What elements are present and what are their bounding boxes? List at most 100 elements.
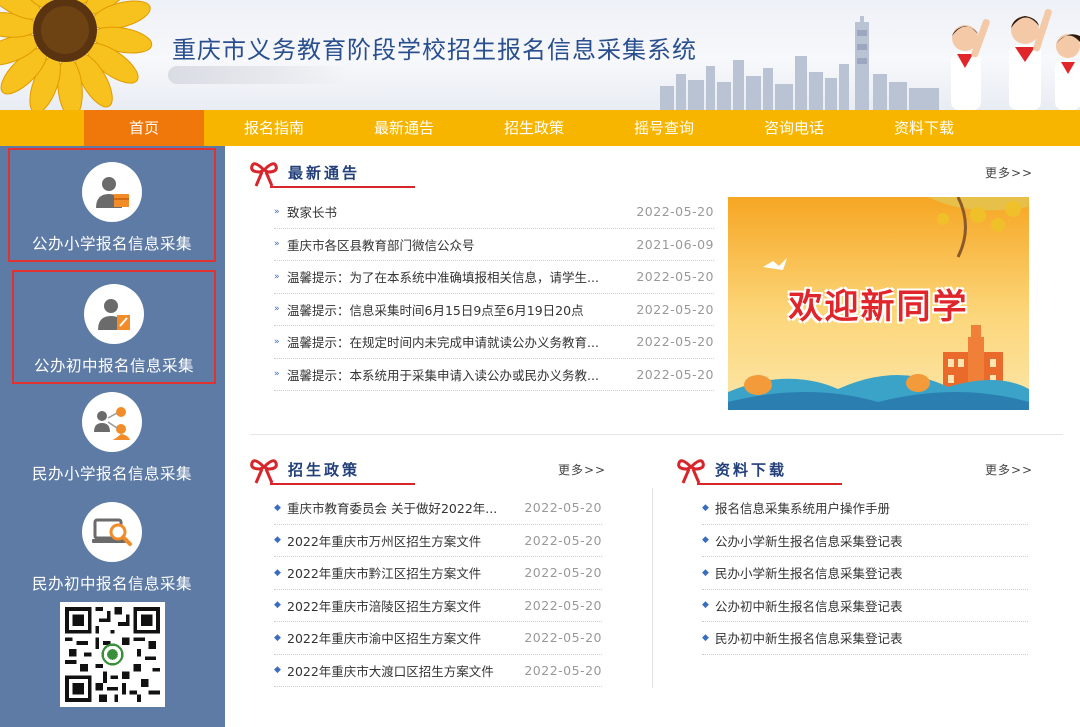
item-title: 2022年重庆市大渡口区招生方案文件 xyxy=(287,663,494,679)
arrow-bullet-icon: » xyxy=(274,336,280,347)
city-skyline xyxy=(660,16,939,110)
sunflower-logo xyxy=(0,0,153,110)
arrow-bullet-icon: » xyxy=(274,304,280,315)
notices-more-link[interactable]: 更多>> xyxy=(985,164,1033,181)
item-title: 温馨提示：为了在本系统中准确填报相关信息，请学生... xyxy=(287,270,599,286)
list-item[interactable]: ◆ 民办小学新生报名信息采集登记表 xyxy=(702,557,1028,590)
diamond-bullet-icon: ◆ xyxy=(274,600,281,611)
ribbon-icon xyxy=(250,162,278,187)
diamond-bullet-icon: ◆ xyxy=(702,600,709,611)
downloads-header: 资料下载 xyxy=(677,449,977,485)
page: 重庆市义务教育阶段学校招生报名信息采集系统 首页 报名指南 最新通告 招生政策 … xyxy=(0,0,1080,727)
list-item[interactable]: ◆ 2022年重庆市渝中区招生方案文件 2022-05-20 xyxy=(274,622,602,655)
sidebar-item-private-middle[interactable]: 民办初中报名信息采集 xyxy=(8,490,216,604)
item-title: 温馨提示：信息采集时间6月15日9点至6月19日20点 xyxy=(287,302,584,318)
item-date: 2022-05-20 xyxy=(524,597,602,613)
diamond-bullet-icon: ◆ xyxy=(702,535,709,546)
downloads-more-link[interactable]: 更多>> xyxy=(985,461,1033,478)
list-item[interactable]: » 重庆市各区县教育部门微信公众号 2021-06-09 xyxy=(274,229,714,261)
notices-header: 最新通告 xyxy=(250,152,550,188)
item-date: 2022-05-20 xyxy=(524,500,602,516)
arrow-bullet-icon: » xyxy=(274,206,280,217)
sidebar: 公办小学报名信息采集 公办初中报名信息采集 民办小学报名信息采集 民办初中报名信… xyxy=(0,146,225,727)
list-item[interactable]: ◆ 报名信息采集系统用户操作手册 xyxy=(702,492,1028,525)
banner-text: 欢迎新同学 xyxy=(788,287,969,327)
wechat-qr-code xyxy=(60,602,165,707)
item-title: 2022年重庆市万州区招生方案文件 xyxy=(287,533,482,549)
list-item[interactable]: ◆ 2022年重庆市涪陵区招生方案文件 2022-05-20 xyxy=(274,590,602,622)
nav-item-lottery[interactable]: 摇号查询 xyxy=(604,110,724,146)
list-item[interactable]: ◆ 公办小学新生报名信息采集登记表 xyxy=(702,525,1028,557)
item-title: 公办小学新生报名信息采集登记表 xyxy=(715,533,903,549)
item-date: 2022-05-20 xyxy=(636,366,714,382)
diamond-bullet-icon: ◆ xyxy=(274,665,281,676)
diamond-bullet-icon: ◆ xyxy=(702,567,709,578)
students-illustration xyxy=(951,8,1080,110)
sidebar-item-public-primary[interactable]: 公办小学报名信息采集 xyxy=(8,148,216,262)
ribbon-icon xyxy=(250,459,278,484)
policy-title: 招生政策 xyxy=(288,461,361,479)
diamond-bullet-icon: ◆ xyxy=(274,502,281,513)
nav-item-hotline[interactable]: 咨询电话 xyxy=(734,110,854,146)
list-item[interactable]: ◆ 2022年重庆市大渡口区招生方案文件 2022-05-20 xyxy=(274,655,602,687)
list-item[interactable]: » 温馨提示：信息采集时间6月15日9点至6月19日20点 2022-05-20 xyxy=(274,294,714,326)
side-icon-wrap xyxy=(82,162,142,222)
nav-item-downloads[interactable]: 资料下载 xyxy=(864,110,984,146)
item-title: 民办小学新生报名信息采集登记表 xyxy=(715,566,903,582)
diamond-bullet-icon: ◆ xyxy=(702,502,709,513)
diamond-bullet-icon: ◆ xyxy=(274,535,281,546)
policy-list: ◆ 重庆市教育委员会 关于做好2022年... 2022-05-20 ◆ 2022年重… xyxy=(274,492,602,687)
item-title: 民办初中新生报名信息采集登记表 xyxy=(715,631,903,647)
item-title: 温馨提示：本系统用于采集申请入读公办或民办义务教... xyxy=(287,367,599,383)
item-date: 2021-06-09 xyxy=(636,236,714,252)
item-date: 2022-05-20 xyxy=(636,269,714,285)
list-item[interactable]: » 温馨提示：为了在本系统中准确填报相关信息，请学生... 2022-05-20 xyxy=(274,261,714,294)
item-title: 2022年重庆市涪陵区招生方案文件 xyxy=(287,598,482,614)
user-box-icon xyxy=(96,177,129,208)
sidebar-item-public-middle[interactable]: 公办初中报名信息采集 xyxy=(12,270,216,384)
policy-more-link[interactable]: 更多>> xyxy=(558,461,606,478)
notices-title: 最新通告 xyxy=(288,164,361,182)
laptop-search-icon xyxy=(92,518,132,546)
header: 重庆市义务教育阶段学校招生报名信息采集系统 xyxy=(0,0,1080,110)
nav-item-guide[interactable]: 报名指南 xyxy=(214,110,334,146)
sidebar-item-private-primary[interactable]: 民办小学报名信息采集 xyxy=(8,380,216,494)
ribbon-icon xyxy=(677,459,705,484)
notices-list: » 致家长书 2022-05-20 » 重庆市各区县教育部门微信公众号 2021-06-… xyxy=(274,196,714,391)
diamond-bullet-icon: ◆ xyxy=(274,567,281,578)
list-item[interactable]: ◆ 民办初中新生报名信息采集登记表 xyxy=(702,622,1028,655)
nav-item-home[interactable]: 首页 xyxy=(84,110,204,146)
welcome-banner[interactable]: 欢迎新同学 xyxy=(728,197,1029,410)
list-item[interactable]: » 致家长书 2022-05-20 xyxy=(274,196,714,229)
sidebar-item-label: 公办小学报名信息采集 xyxy=(31,235,192,253)
side-icon-wrap xyxy=(84,284,144,344)
main-nav: 首页 报名指南 最新通告 招生政策 摇号查询 咨询电话 资料下载 xyxy=(0,110,1080,146)
title-underline xyxy=(697,483,842,485)
item-date: 2022-05-20 xyxy=(524,630,602,646)
item-date: 2022-05-20 xyxy=(636,204,714,220)
list-item[interactable]: » 温馨提示：本系统用于采集申请入读公办或民办义务教... 2022-05-20 xyxy=(274,359,714,391)
item-date: 2022-05-20 xyxy=(636,334,714,350)
list-item[interactable]: ◆ 公办初中新生报名信息采集登记表 xyxy=(702,590,1028,622)
side-icon-wrap xyxy=(82,502,142,562)
title-underline xyxy=(270,186,415,188)
item-title: 2022年重庆市渝中区招生方案文件 xyxy=(287,631,482,647)
title-underline xyxy=(270,483,415,485)
section-divider xyxy=(250,434,1063,435)
list-item[interactable]: ◆ 2022年重庆市黔江区招生方案文件 2022-05-20 xyxy=(274,557,602,590)
downloads-list: ◆ 报名信息采集系统用户操作手册 ◆ 公办小学新生报名信息采集登记表 ◆ 民办小学新生… xyxy=(702,492,1028,655)
item-date: 2022-05-20 xyxy=(524,662,602,678)
item-title: 致家长书 xyxy=(287,205,338,221)
arrow-bullet-icon: » xyxy=(274,271,280,282)
item-title: 重庆市教育委员会 关于做好2022年... xyxy=(287,501,498,517)
nav-item-policy[interactable]: 招生政策 xyxy=(474,110,594,146)
user-edit-icon xyxy=(98,299,130,330)
list-item[interactable]: ◆ 重庆市教育委员会 关于做好2022年... 2022-05-20 xyxy=(274,492,602,525)
column-divider xyxy=(652,488,653,688)
list-item[interactable]: » 温馨提示：在规定时间内未完成申请就读公办义务教育... 2022-05-20 xyxy=(274,326,714,359)
main-content: 最新通告 更多>> » 致家长书 2022-05-20 » 重庆市各区县教育部门微信公… xyxy=(225,146,1080,727)
item-title: 2022年重庆市黔江区招生方案文件 xyxy=(287,566,482,582)
list-item[interactable]: ◆ 2022年重庆市万州区招生方案文件 2022-05-20 xyxy=(274,525,602,557)
item-title: 温馨提示：在规定时间内未完成申请就读公办义务教育... xyxy=(287,335,599,351)
nav-item-notices[interactable]: 最新通告 xyxy=(344,110,464,146)
